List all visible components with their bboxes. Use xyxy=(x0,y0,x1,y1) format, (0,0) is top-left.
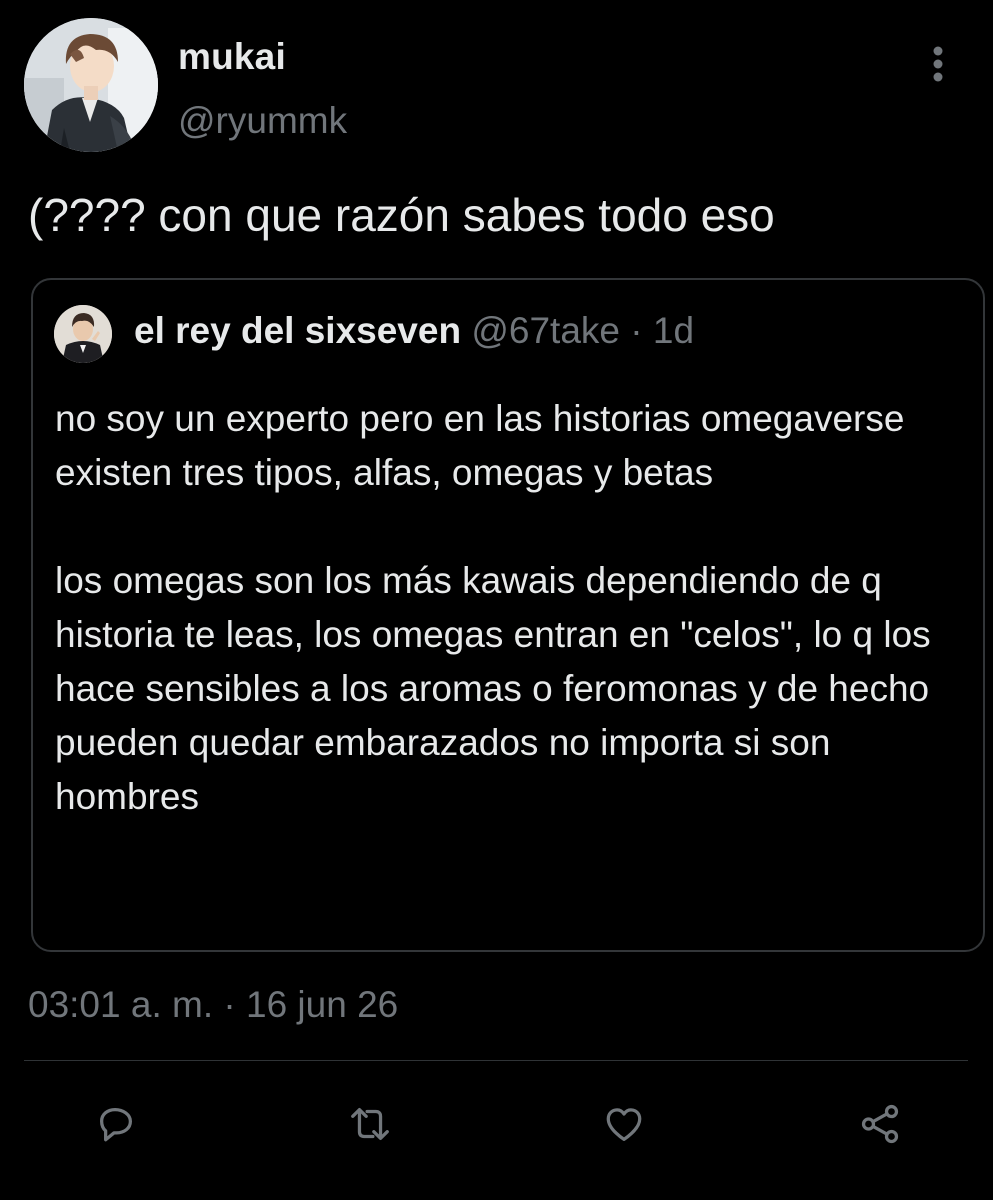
retweet-icon xyxy=(351,1107,389,1141)
quote-author-handle[interactable]: @67take xyxy=(471,310,620,351)
quote-paragraph: los omegas son los más kawais dependiend… xyxy=(55,560,931,817)
author-handle[interactable]: @ryummk xyxy=(178,100,347,142)
quote-separator: · xyxy=(630,310,643,351)
divider xyxy=(24,1060,968,1061)
quote-header: el rey del sixseven @67take · 1d xyxy=(134,310,694,352)
quoted-tweet[interactable]: el rey del sixseven @67take · 1d no soy … xyxy=(31,278,985,952)
tweet-timestamp[interactable]: 03:01 a. m. xyxy=(28,984,213,1025)
tweet-date[interactable]: 16 jun 26 xyxy=(246,984,398,1025)
reply-icon xyxy=(99,1107,133,1142)
quote-author-name[interactable]: el rey del sixseven xyxy=(134,310,461,351)
tweet-meta: 03:01 a. m. · 16 jun 26 xyxy=(28,984,398,1026)
like-button[interactable] xyxy=(598,1098,650,1150)
tweet-text: (???? con que razón sabes todo eso xyxy=(28,189,775,241)
quote-text: no soy un experto pero en las historias … xyxy=(55,392,965,824)
reply-button[interactable] xyxy=(90,1098,142,1150)
quote-avatar xyxy=(54,305,112,363)
more-options-button[interactable] xyxy=(916,40,960,88)
retweet-button[interactable] xyxy=(344,1098,396,1150)
author-avatar[interactable] xyxy=(24,18,158,152)
meta-separator: · xyxy=(223,984,236,1025)
share-icon xyxy=(861,1104,899,1144)
more-vertical-icon xyxy=(933,46,943,82)
author-name[interactable]: mukai xyxy=(178,36,286,78)
share-button[interactable] xyxy=(854,1098,906,1150)
like-icon xyxy=(606,1108,642,1141)
quote-time: 1d xyxy=(652,310,695,351)
quote-paragraph: no soy un experto pero en las historias … xyxy=(55,398,905,493)
